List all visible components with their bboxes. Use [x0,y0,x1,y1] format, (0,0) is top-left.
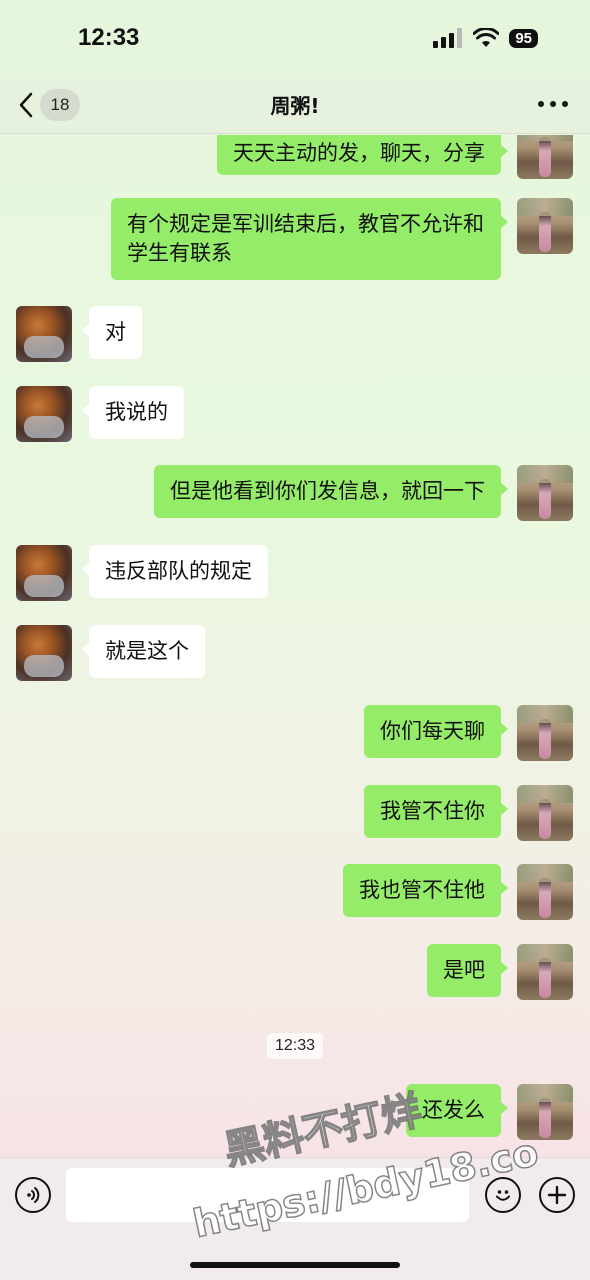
message-bubble-sent[interactable]: 还发么 [406,1084,508,1137]
home-indicator [190,1262,400,1268]
emoji-icon [496,1190,510,1201]
message-bubble-sent[interactable]: 天天主动的发，聊天，分享 [217,135,508,175]
message-list[interactable]: 天天主动的发，聊天，分享 有个规定是军训结束后，教官不允许和学生有联系 对 我说… [0,135,590,1155]
my-avatar[interactable] [517,1084,573,1140]
more-functions-button[interactable] [539,1177,575,1213]
my-avatar[interactable] [517,705,573,761]
contact-avatar[interactable] [16,625,72,681]
message-bubble-sent[interactable]: 但是他看到你们发信息，就回一下 [154,465,508,518]
my-avatar[interactable] [517,944,573,1000]
contact-avatar[interactable] [16,386,72,442]
message-bubble-received[interactable]: 违反部队的规定 [82,545,268,598]
battery-indicator: 95 [509,28,538,48]
message-bubble-sent[interactable]: 我管不住你 [364,785,508,838]
my-avatar[interactable] [517,465,573,521]
my-avatar[interactable] [517,864,573,920]
status-time: 12:33 [78,24,140,51]
more-dot-icon [538,101,544,107]
message-bubble-received[interactable]: 就是这个 [82,625,205,678]
signal-icon [433,28,463,48]
input-bar [0,1157,590,1280]
my-avatar[interactable] [517,198,573,254]
message-bubble-sent[interactable]: 有个规定是军训结束后，教官不允许和学生有联系 [111,198,508,280]
contact-avatar[interactable] [16,306,72,362]
status-bar: 12:33 95 [0,0,590,78]
emoji-button[interactable] [485,1177,521,1213]
message-bubble-sent[interactable]: 是吧 [427,944,508,997]
voice-icon [27,1187,40,1203]
my-avatar[interactable] [517,785,573,841]
plus-icon [547,1185,567,1205]
voice-input-button[interactable] [15,1177,51,1213]
message-bubble-sent[interactable]: 你们每天聊 [364,705,508,758]
message-bubble-received[interactable]: 我说的 [82,386,184,439]
message-bubble-received[interactable]: 对 [82,306,142,359]
wifi-icon [473,28,500,47]
more-dot-icon [550,101,556,107]
more-options-button[interactable] [538,92,568,116]
message-bubble-sent[interactable]: 我也管不住他 [343,864,508,917]
message-input[interactable] [66,1168,469,1222]
chat-title: 周粥! [270,94,320,118]
contact-avatar[interactable] [16,545,72,601]
more-dot-icon [562,101,568,107]
my-avatar[interactable] [517,135,573,179]
status-icons: 95 [433,28,538,48]
message-timestamp: 12:33 [266,1033,324,1059]
chat-header: 18 周粥! [0,78,590,134]
